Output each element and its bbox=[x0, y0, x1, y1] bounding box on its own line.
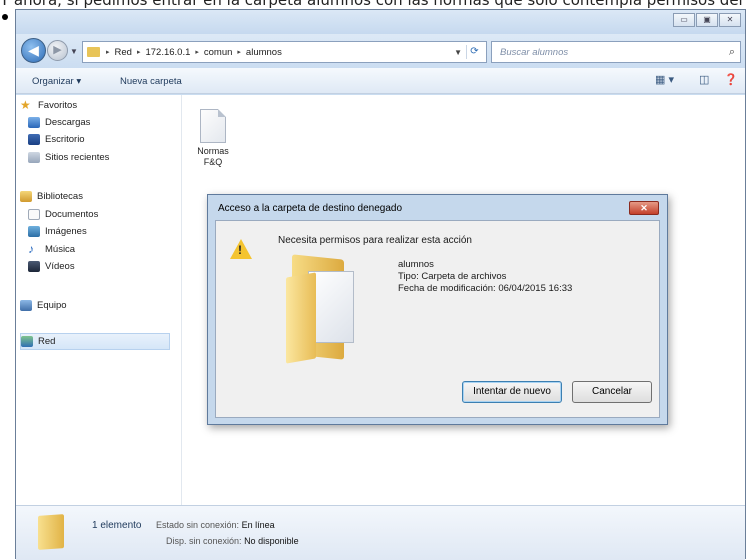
help-icon[interactable]: ❓ bbox=[724, 73, 738, 86]
breadcrumb-ip[interactable]: 172.16.0.1 bbox=[145, 47, 190, 58]
computer-icon bbox=[20, 300, 32, 311]
file-item-normas[interactable]: Normas F&Q bbox=[188, 109, 238, 168]
cancel-button[interactable]: Cancelar bbox=[572, 381, 652, 403]
desktop-icon bbox=[28, 134, 40, 145]
search-placeholder: Buscar alumnos bbox=[500, 47, 569, 58]
refresh-icon[interactable]: ⟳ bbox=[466, 45, 482, 59]
address-bar[interactable]: ▸ Red ▸ 172.16.0.1 ▸ comun ▸ alumnos ▼ ⟳ bbox=[82, 41, 487, 63]
dialog-close-button[interactable]: ✕ bbox=[629, 201, 659, 215]
libraries-icon bbox=[20, 191, 32, 202]
search-icon[interactable]: ⌕ bbox=[729, 46, 735, 59]
nav-label: Equipo bbox=[37, 300, 67, 311]
folder-type: Tipo: Carpeta de archivos bbox=[398, 271, 507, 282]
nav-item-computer[interactable]: Equipo bbox=[20, 297, 67, 314]
breadcrumb-separator: ▸ bbox=[195, 49, 199, 56]
nav-item-music[interactable]: ♪ Música bbox=[28, 241, 75, 258]
music-icon: ♪ bbox=[28, 242, 34, 256]
nav-label: Vídeos bbox=[45, 261, 75, 272]
images-icon bbox=[28, 226, 40, 237]
nav-label: Descargas bbox=[45, 117, 91, 128]
folder-icon bbox=[286, 254, 362, 364]
folder-modified-date: Fecha de modificación: 06/04/2015 16:33 bbox=[398, 283, 573, 294]
offline-availability-value: No disponible bbox=[244, 536, 299, 546]
forward-button[interactable]: ▶ bbox=[47, 40, 68, 61]
history-dropdown-icon[interactable]: ▼ bbox=[70, 47, 78, 56]
nav-label: Documentos bbox=[45, 209, 99, 220]
nav-label: Bibliotecas bbox=[37, 191, 83, 202]
dialog-message: Necesita permisos para realizar esta acc… bbox=[278, 235, 472, 246]
nav-label: Música bbox=[45, 244, 76, 255]
offline-availability: Disp. sin conexión: No disponible bbox=[166, 536, 299, 546]
nav-item-recent[interactable]: Sitios recientes bbox=[28, 149, 109, 166]
offline-availability-label: Disp. sin conexión: bbox=[166, 536, 242, 546]
nav-label: Escritorio bbox=[45, 134, 85, 145]
offline-status: Estado sin conexión: En línea bbox=[156, 520, 275, 530]
recent-places-icon bbox=[28, 152, 40, 163]
file-name-line1: Normas bbox=[197, 146, 229, 156]
organize-button[interactable]: Organizar ▾ bbox=[32, 76, 81, 87]
breadcrumb-separator: ▸ bbox=[136, 49, 141, 56]
folder-icon bbox=[87, 47, 100, 57]
preview-pane-icon[interactable]: ◫ bbox=[699, 73, 709, 86]
bullet-point bbox=[2, 14, 8, 20]
maximize-button[interactable]: ▣ bbox=[696, 13, 718, 27]
nav-item-network[interactable]: Red bbox=[20, 333, 170, 350]
offline-status-value: En línea bbox=[241, 520, 275, 530]
title-bar: ▭ ▣ ✕ bbox=[16, 10, 745, 34]
dialog-title: Acceso a la carpeta de destino denegado bbox=[218, 203, 403, 214]
nav-label: Favoritos bbox=[38, 100, 78, 111]
back-button[interactable]: ◀ bbox=[21, 38, 46, 63]
breadcrumb-separator: ▸ bbox=[237, 49, 241, 56]
new-folder-button[interactable]: Nueva carpeta bbox=[120, 76, 182, 87]
file-name-line2: F&Q bbox=[203, 157, 223, 167]
page-caption-text: Y ahora, si pedimos entrar en la carpeta… bbox=[0, 0, 743, 9]
access-denied-dialog: Acceso a la carpeta de destino denegado … bbox=[207, 194, 668, 425]
offline-status-label: Estado sin conexión: bbox=[156, 520, 240, 530]
view-options-icon[interactable]: ▦ ▾ bbox=[655, 73, 674, 86]
nav-item-images[interactable]: Imágenes bbox=[28, 223, 87, 240]
command-toolbar: Organizar ▾ Nueva carpeta ▦ ▾ ◫ ❓ bbox=[16, 68, 745, 94]
status-bar: 1 elemento Estado sin conexión: En línea… bbox=[16, 505, 745, 560]
retry-button[interactable]: Intentar de nuevo bbox=[462, 381, 562, 403]
document-icon bbox=[200, 109, 226, 143]
breadcrumb-separator: ▸ bbox=[106, 49, 110, 56]
breadcrumb-red[interactable]: Red bbox=[115, 47, 132, 58]
nav-item-videos[interactable]: Vídeos bbox=[28, 258, 75, 275]
nav-label: Imágenes bbox=[45, 226, 87, 237]
warning-exclamation: ! bbox=[238, 243, 242, 257]
search-input[interactable]: Buscar alumnos ⌕ bbox=[491, 41, 741, 63]
close-window-button[interactable]: ✕ bbox=[719, 13, 741, 27]
dialog-body: ! Necesita permisos para realizar esta a… bbox=[215, 220, 660, 418]
nav-label: Red bbox=[38, 336, 56, 347]
address-dropdown-icon[interactable]: ▼ bbox=[454, 48, 462, 57]
breadcrumb-comun[interactable]: comun bbox=[204, 47, 233, 58]
address-row: ◀ ▶ ▼ ▸ Red ▸ 172.16.0.1 ▸ comun ▸ alumn… bbox=[16, 34, 745, 68]
folder-details: alumnos Tipo: Carpeta de archivos Fecha … bbox=[398, 259, 572, 295]
nav-item-favorites[interactable]: ★ Favoritos bbox=[20, 97, 77, 114]
documents-icon bbox=[28, 209, 40, 220]
folder-name: alumnos bbox=[398, 259, 434, 270]
nav-item-libraries[interactable]: Bibliotecas bbox=[20, 188, 83, 205]
nav-item-desktop[interactable]: Escritorio bbox=[28, 131, 85, 148]
nav-item-downloads[interactable]: Descargas bbox=[28, 114, 90, 131]
star-icon: ★ bbox=[20, 98, 31, 112]
nav-label: Sitios recientes bbox=[45, 152, 110, 163]
folder-icon bbox=[38, 514, 64, 550]
breadcrumb-alumnos[interactable]: alumnos bbox=[246, 47, 282, 58]
download-icon bbox=[28, 117, 40, 128]
navigation-pane: ★ Favoritos Descargas Escritorio Sitios … bbox=[16, 95, 182, 505]
minimize-button[interactable]: ▭ bbox=[673, 13, 695, 27]
item-count: 1 elemento bbox=[92, 520, 142, 531]
videos-icon bbox=[28, 261, 40, 272]
nav-item-documents[interactable]: Documentos bbox=[28, 206, 98, 223]
network-icon bbox=[21, 336, 33, 347]
